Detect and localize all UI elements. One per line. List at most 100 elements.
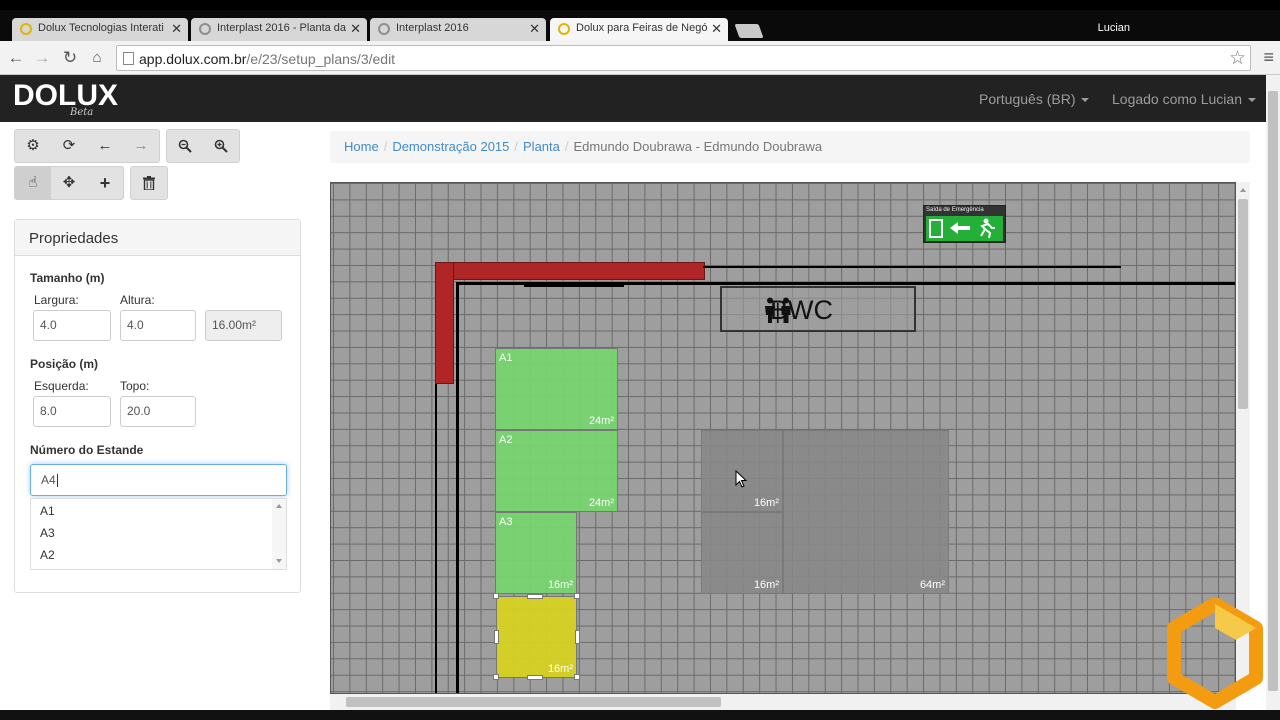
wall-segment [435, 384, 437, 693]
suggestion-option[interactable]: A3 [40, 526, 55, 540]
scroll-down-icon[interactable] [276, 559, 282, 563]
canvas-horizontal-scrollbar[interactable] [330, 694, 1236, 710]
breadcrumb-separator: / [564, 139, 569, 154]
close-icon[interactable]: ✕ [529, 21, 540, 37]
breadcrumb-separator: / [383, 139, 388, 154]
user-label: Logado como Lucian [1112, 91, 1242, 107]
exit-sign-label: Saída de Emergência [926, 207, 984, 213]
mode-toolbar: ☝ ✥ + [14, 166, 124, 200]
move-icon[interactable]: ✥ [51, 167, 87, 199]
browser-tab-bar: Dolux Tecnologias Interati ✕ Interplast … [0, 0, 1280, 41]
dolux-hexagon-watermark-icon [1167, 598, 1263, 709]
breadcrumb-plan[interactable]: Planta [523, 139, 560, 154]
bookmark-star-icon[interactable]: ☆ [1229, 47, 1246, 70]
page-icon [123, 52, 134, 65]
stand-number-label: Número do Estande [30, 443, 144, 457]
red-wall-top[interactable] [435, 262, 705, 280]
browser-tab-active[interactable]: Dolux para Feiras de Negó ✕ [550, 18, 728, 41]
booth-unassigned[interactable]: 64m² [783, 430, 949, 594]
zoom-toolbar [166, 129, 240, 163]
emergency-exit-sign[interactable]: Saída de Emergência [923, 205, 1006, 243]
dolux-logo[interactable]: DOLUX [13, 81, 118, 111]
suggestions-scrollbar[interactable] [272, 499, 286, 569]
breadcrumb-home[interactable]: Home [344, 139, 379, 154]
booth-area: 24m² [588, 497, 614, 509]
browser-menu-icon[interactable]: ≡ [1263, 47, 1274, 68]
new-tab-button[interactable] [734, 24, 764, 38]
forward-arrow-icon[interactable]: → [31, 47, 53, 69]
position-section-label: Posição (m) [30, 357, 99, 371]
left-label: Esquerda: [34, 379, 89, 393]
width-label: Largura: [34, 293, 79, 307]
hand-pointer-icon[interactable]: ☝ [15, 167, 51, 199]
resize-handle[interactable] [527, 594, 543, 599]
stand-number-input[interactable]: A4 [30, 464, 287, 496]
lightbulb-icon [20, 23, 32, 35]
gear-icon[interactable]: ⚙ [15, 130, 51, 162]
arrow-left-icon[interactable]: ← [87, 130, 123, 162]
app-navbar: DOLUX Beta Português (BR) Logado como Lu… [0, 75, 1266, 122]
resize-handle[interactable] [527, 675, 543, 680]
booth-selected[interactable]: 16m² [496, 596, 577, 678]
back-arrow-icon[interactable]: ← [5, 47, 27, 69]
suggestion-option[interactable]: A1 [40, 504, 55, 518]
booth-area: 16m² [753, 579, 779, 591]
restroom-area[interactable]: BWC [720, 286, 916, 332]
height-label: Altura: [120, 293, 155, 307]
resize-handle[interactable] [493, 674, 499, 680]
resize-handle[interactable] [575, 630, 580, 644]
browser-profile-name[interactable]: Lucian [1098, 22, 1130, 34]
scrollbar-thumb[interactable] [346, 697, 721, 707]
zoom-in-icon[interactable] [203, 130, 239, 162]
red-wall-left[interactable] [435, 262, 454, 384]
resize-handle[interactable] [494, 630, 499, 644]
home-icon[interactable]: ⌂ [86, 47, 108, 69]
breadcrumb-event[interactable]: Demonstração 2015 [392, 139, 509, 154]
suggestion-option[interactable]: A2 [40, 548, 55, 562]
refresh-icon[interactable]: ⟳ [51, 130, 87, 162]
left-field[interactable]: 8.0 [33, 396, 111, 427]
scroll-up-icon[interactable] [276, 504, 282, 508]
booth-a3[interactable]: A3 16m² [495, 512, 577, 594]
user-dropdown[interactable]: Logado como Lucian [1112, 91, 1256, 107]
scrollbar-thumb[interactable] [1268, 91, 1278, 691]
booth-a2[interactable]: A2 24m² [495, 430, 618, 512]
floor-plan-canvas[interactable]: BWC Saída de Emergência A1 24m² A2 24m² [330, 182, 1236, 694]
booth-unassigned[interactable]: 16m² [701, 512, 783, 594]
url-host: app.dolux.com.br [139, 51, 247, 67]
top-field[interactable]: 20.0 [120, 396, 196, 427]
wall-segment [456, 282, 459, 693]
close-icon[interactable]: ✕ [171, 21, 182, 37]
screen: Dolux Tecnologias Interati ✕ Interplast … [0, 0, 1280, 720]
caret-down-icon [1248, 98, 1256, 103]
resize-handle[interactable] [574, 593, 580, 599]
resize-handle[interactable] [493, 593, 499, 599]
resize-handle[interactable] [574, 674, 580, 680]
caret-down-icon [1081, 98, 1090, 103]
booth-a1[interactable]: A1 24m² [495, 348, 618, 430]
browser-tab[interactable]: Interplast 2016 ✕ [370, 18, 546, 41]
language-dropdown[interactable]: Português (BR) [979, 91, 1090, 107]
browser-tab[interactable]: Interplast 2016 - Planta da ✕ [191, 18, 367, 41]
reload-icon[interactable]: ↻ [59, 47, 81, 69]
close-icon[interactable]: ✕ [350, 21, 361, 37]
scroll-up-icon[interactable] [1240, 188, 1246, 192]
url-text: app.dolux.com.br/e/23/setup_plans/3/edit [139, 51, 395, 67]
scrollbar-thumb[interactable] [1238, 199, 1248, 409]
breadcrumb-current: Edmundo Doubrawa - Edmundo Doubrawa [573, 139, 823, 154]
history-toolbar: ⚙ ⟳ ← → [14, 129, 160, 163]
arrow-right-icon[interactable]: → [123, 130, 159, 162]
browser-tab[interactable]: Dolux Tecnologias Interati ✕ [12, 18, 188, 41]
close-icon[interactable]: ✕ [711, 21, 722, 37]
trash-icon[interactable] [131, 167, 167, 199]
width-field[interactable]: 4.0 [33, 310, 111, 341]
globe-icon [199, 23, 211, 35]
address-bar[interactable]: app.dolux.com.br/e/23/setup_plans/3/edit… [116, 45, 1251, 71]
page-vertical-scrollbar[interactable] [1266, 75, 1280, 710]
booth-area: 64m² [919, 579, 945, 591]
plus-icon[interactable]: + [87, 167, 123, 199]
properties-panel: Propriedades Tamanho (m) Largura: Altura… [14, 219, 301, 593]
breadcrumb: Home / Demonstração 2015 / Planta / Edmundo Do… [330, 131, 1250, 163]
height-field[interactable]: 4.0 [120, 310, 196, 341]
zoom-out-icon[interactable] [167, 130, 203, 162]
